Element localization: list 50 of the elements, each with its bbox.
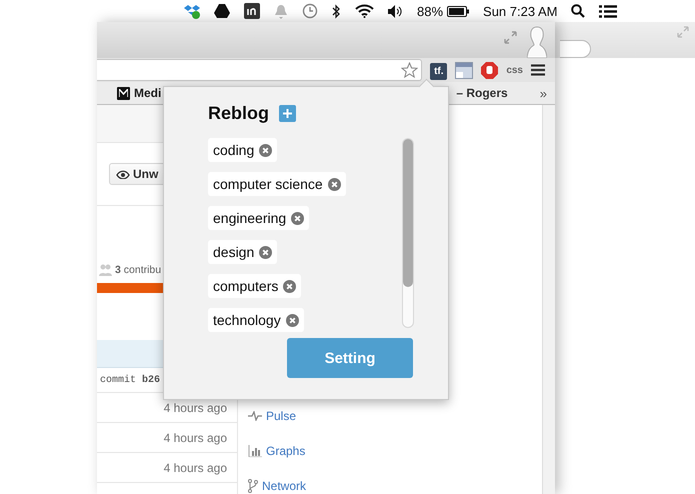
eye-icon: [116, 169, 130, 179]
remove-icon[interactable]: [259, 246, 272, 258]
branch-icon: [248, 479, 258, 493]
plus-icon: [283, 109, 292, 118]
css-button[interactable]: css: [506, 64, 523, 76]
page-scrollbar[interactable]: [542, 105, 555, 494]
popup-title: Reblog: [208, 103, 269, 124]
speaker-icon[interactable]: [388, 4, 403, 18]
remove-icon[interactable]: [259, 144, 272, 156]
extension-button[interactable]: tf.: [430, 60, 448, 80]
clock-icon[interactable]: [302, 3, 318, 19]
commit-age: 4 hours ago: [97, 423, 237, 453]
repo-nav-link[interactable]: Network: [248, 479, 542, 493]
repo-nav-link[interactable]: Pulse: [248, 409, 542, 423]
people-icon: [99, 264, 112, 276]
window-icon[interactable]: [455, 62, 474, 78]
tag-list-scrollbar[interactable]: [402, 138, 414, 328]
bookmark[interactable]: Medi: [117, 86, 162, 100]
tag-label: engineering: [213, 210, 286, 226]
menu-icon[interactable]: [531, 64, 545, 76]
search-field[interactable]: [560, 40, 591, 58]
remove-icon[interactable]: [328, 178, 341, 190]
bluetooth-icon[interactable]: [332, 4, 341, 18]
tag-label: design: [213, 244, 254, 260]
cloud-box-icon[interactable]: [184, 3, 200, 19]
tag-label: computer science: [213, 176, 323, 192]
medium-logo-icon: [117, 86, 130, 100]
bar-chart-icon: [248, 445, 262, 457]
bookmarks-overflow-button[interactable]: »: [540, 86, 547, 100]
star-icon[interactable]: [401, 62, 418, 78]
menu-bar-clock[interactable]: Sun 7:23 AM: [483, 4, 558, 18]
wifi-icon[interactable]: [355, 4, 374, 18]
pulse-icon: [248, 411, 262, 421]
add-tag-button[interactable]: [279, 105, 296, 122]
search-icon[interactable]: [571, 4, 586, 18]
remove-icon[interactable]: [283, 280, 296, 292]
tag-label: technology: [213, 312, 281, 328]
battery-percentage: 88%: [417, 4, 444, 18]
app-logo-icon[interactable]: [244, 3, 260, 19]
tag-label: coding: [213, 142, 254, 158]
list-icon[interactable]: [599, 4, 618, 18]
repo-nav-link[interactable]: Graphs: [248, 444, 542, 458]
tag-label: computers: [213, 278, 278, 294]
stop-hand-icon[interactable]: [481, 62, 498, 78]
commit-age: 4 hours ago: [97, 453, 237, 483]
bookmark[interactable]: – Rogers: [456, 86, 508, 100]
remove-icon[interactable]: [286, 314, 299, 326]
battery-icon[interactable]: [447, 6, 470, 16]
contributors-count[interactable]: 3 contribu: [115, 264, 162, 276]
remove-icon[interactable]: [291, 212, 304, 224]
